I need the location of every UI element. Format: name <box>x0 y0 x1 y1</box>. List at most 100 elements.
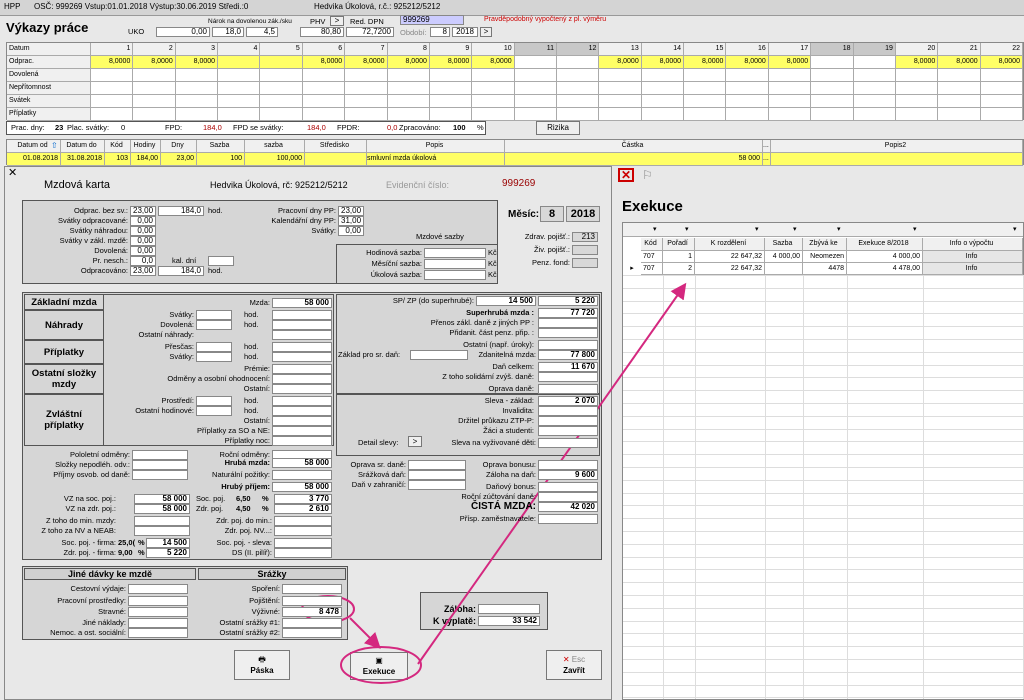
grid-cell[interactable] <box>684 95 727 108</box>
table-cell[interactable]: 01.08.2018 <box>7 153 61 166</box>
value-field[interactable] <box>538 438 598 448</box>
value-field[interactable] <box>538 492 598 502</box>
narok-field[interactable]: 18,0 <box>212 27 244 37</box>
grid-cell[interactable] <box>768 69 812 82</box>
value-field[interactable]: 5 220 <box>538 296 598 306</box>
grid-cell[interactable] <box>514 56 557 69</box>
kal-dni-field[interactable] <box>208 256 234 266</box>
filter-dropdown-icon[interactable]: ▾ <box>793 225 797 235</box>
grid-cell[interactable] <box>345 95 388 108</box>
value-field[interactable] <box>274 538 332 548</box>
grid-cell[interactable] <box>387 69 430 82</box>
grid-cell[interactable] <box>938 108 981 121</box>
grid-cell[interactable] <box>133 69 176 82</box>
value-field[interactable] <box>538 426 598 436</box>
value-field[interactable] <box>272 374 332 384</box>
close-icon[interactable]: ✕ <box>8 168 17 179</box>
grid-cell[interactable] <box>557 69 600 82</box>
grid-cell[interactable] <box>768 95 812 108</box>
filter-dropdown-icon[interactable]: ▾ <box>653 225 657 235</box>
filter-dropdown-icon[interactable]: ▾ <box>837 225 841 235</box>
value-field[interactable] <box>272 342 332 352</box>
grid-cell[interactable]: 8,0000 <box>302 56 346 69</box>
grid-cell[interactable] <box>472 108 515 121</box>
grid-cell[interactable] <box>811 82 854 95</box>
narok2-field[interactable]: 4,5 <box>246 27 278 37</box>
grid-cell[interactable] <box>768 108 812 121</box>
value-field[interactable] <box>282 596 342 606</box>
grid-cell[interactable] <box>175 95 219 108</box>
grid-cell[interactable]: 8,0000 <box>684 56 727 69</box>
grid-cell[interactable] <box>302 108 346 121</box>
hours-field[interactable]: 23,00 <box>130 266 156 276</box>
value-field[interactable] <box>128 584 188 594</box>
grid-cell[interactable] <box>980 95 1023 108</box>
value-field[interactable] <box>272 416 332 426</box>
grid-cell[interactable] <box>895 108 939 121</box>
value-field[interactable] <box>538 384 598 394</box>
grid-cell[interactable]: 8,0000 <box>599 56 642 69</box>
grid-cell[interactable] <box>472 69 515 82</box>
mes-sazba-field[interactable] <box>424 259 486 269</box>
grid-cell[interactable]: 8,0000 <box>895 56 939 69</box>
pp-field[interactable]: 31,00 <box>338 216 364 226</box>
exekuce-cell[interactable]: 4 000,00 <box>765 251 803 263</box>
grid-cell[interactable]: 8,0000 <box>938 56 981 69</box>
value-field[interactable]: 77 720 <box>538 308 598 318</box>
vyzivne-value[interactable]: 8 478 <box>282 607 342 617</box>
value-field[interactable] <box>408 480 466 490</box>
hod-sazba-field[interactable] <box>424 248 486 258</box>
grid-cell[interactable] <box>641 95 685 108</box>
grid-cell[interactable] <box>91 95 134 108</box>
grid-cell[interactable]: 8,0000 <box>345 56 388 69</box>
grid-cell[interactable] <box>387 95 430 108</box>
info-button[interactable]: Info <box>923 263 1023 275</box>
grid-cell[interactable] <box>641 69 685 82</box>
exekuce-cell[interactable]: 22 647,32 <box>695 251 765 263</box>
value-field[interactable] <box>538 416 598 426</box>
grid-cell[interactable] <box>726 95 769 108</box>
grid-cell[interactable] <box>599 82 642 95</box>
grid-cell[interactable] <box>514 82 557 95</box>
obdobi-year[interactable]: 2018 <box>452 27 478 37</box>
grid-cell[interactable] <box>768 82 812 95</box>
value-field[interactable] <box>272 364 332 374</box>
grid-cell[interactable] <box>811 56 854 69</box>
grid-cell[interactable] <box>429 69 473 82</box>
value-field[interactable] <box>274 526 332 536</box>
grid-cell[interactable] <box>853 69 896 82</box>
exekuce-cell[interactable]: 22 647,32 <box>695 263 765 275</box>
value-field[interactable] <box>196 406 232 416</box>
hours-field[interactable]: 0,00 <box>130 226 156 236</box>
value-field[interactable]: 2 070 <box>538 396 598 406</box>
value-field[interactable] <box>272 396 332 406</box>
table-header[interactable]: Dny <box>161 140 197 153</box>
grid-cell[interactable] <box>260 69 303 82</box>
grid-cell[interactable] <box>684 69 727 82</box>
value-field[interactable] <box>410 350 468 360</box>
value-field[interactable] <box>128 596 188 606</box>
grid-cell[interactable] <box>260 108 303 121</box>
grid-cell[interactable] <box>811 108 854 121</box>
grid-cell[interactable] <box>853 108 896 121</box>
grid-cell[interactable] <box>345 82 388 95</box>
hruby-prijem-value[interactable]: 58 000 <box>272 482 332 492</box>
table-header[interactable]: sazba <box>245 140 305 153</box>
value-field[interactable] <box>272 384 332 394</box>
mzda-value[interactable]: 58 000 <box>272 298 332 308</box>
value-field[interactable] <box>196 342 232 352</box>
grid-cell[interactable] <box>938 95 981 108</box>
zavrit-button[interactable]: ✕ Esc Zavřít <box>546 650 602 680</box>
exekuce-header[interactable]: K rozdělení <box>695 238 765 251</box>
exekuce-header[interactable]: Sazba <box>765 238 803 251</box>
value-field[interactable] <box>272 426 332 436</box>
value-field[interactable]: 14 500 <box>476 296 536 306</box>
grid-cell[interactable] <box>218 108 261 121</box>
grid-cell[interactable]: 8,0000 <box>175 56 219 69</box>
hours-field[interactable]: 0,00 <box>130 236 156 246</box>
value-field[interactable]: 11 670 <box>538 362 598 372</box>
value-field[interactable]: 2 610 <box>274 504 332 514</box>
value-field[interactable]: 58 000 <box>134 494 190 504</box>
value-field[interactable] <box>196 396 232 406</box>
exekuce-button[interactable]: ▣ Exekuce <box>350 652 408 680</box>
